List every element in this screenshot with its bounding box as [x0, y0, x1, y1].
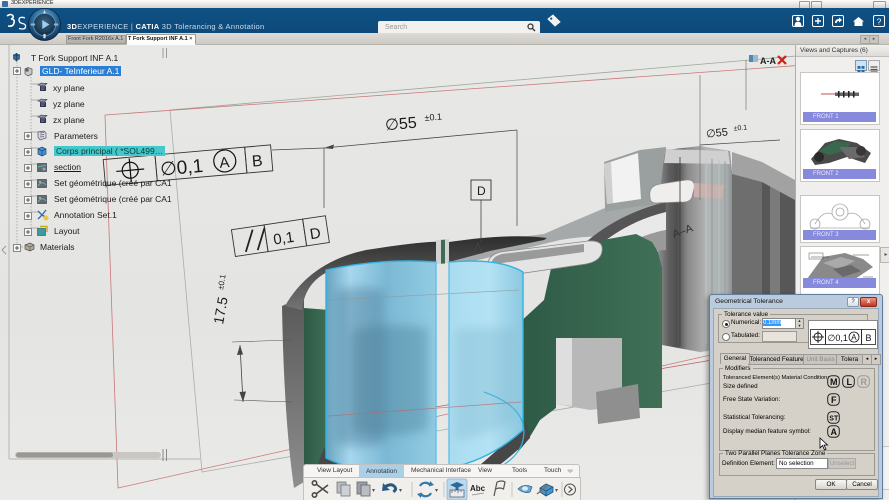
svg-text:R: R	[861, 377, 868, 387]
svg-text:0,1: 0,1	[272, 229, 295, 249]
svg-text:B: B	[251, 153, 263, 171]
svg-text:A: A	[851, 333, 857, 342]
svg-text:∅0,1: ∅0,1	[828, 333, 848, 343]
svg-text:L: L	[847, 377, 853, 387]
svg-text:A: A	[219, 154, 230, 172]
svg-text:?: ?	[877, 16, 882, 26]
svg-text:▾: ▾	[372, 488, 375, 494]
svg-text:▾: ▾	[435, 488, 438, 494]
svg-text:▾: ▾	[399, 488, 402, 494]
svg-text:F: F	[831, 395, 837, 405]
svg-text:▾: ▾	[555, 488, 558, 494]
svg-text:∅55: ∅55	[384, 115, 417, 135]
svg-text:M: M	[830, 377, 838, 387]
svg-text:ST: ST	[829, 415, 839, 422]
svg-text:±0.1: ±0.1	[733, 124, 747, 132]
svg-text:B: B	[866, 333, 872, 343]
svg-text:Abc: Abc	[470, 484, 486, 493]
svg-text:±0.1: ±0.1	[424, 111, 442, 122]
svg-text:A: A	[831, 427, 838, 437]
svg-text:∅55: ∅55	[706, 126, 729, 140]
svg-text:D: D	[477, 184, 486, 198]
svg-text:A-A: A-A	[760, 56, 776, 66]
